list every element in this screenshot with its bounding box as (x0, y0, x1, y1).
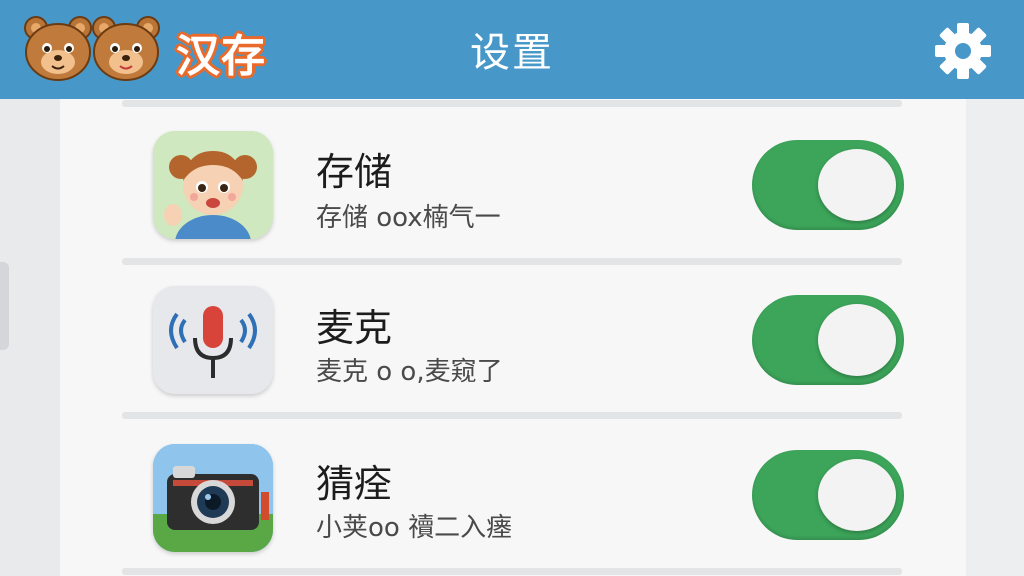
toggle-knob (818, 304, 896, 376)
panel-margin (966, 99, 1024, 576)
camera-icon (153, 444, 273, 552)
setting-subtitle: 小荚oo 䄣二入瘗 (316, 513, 513, 543)
microphone-toggle[interactable] (752, 295, 904, 385)
setting-subtitle: 麦克 o o,麦窥了 (316, 357, 503, 387)
setting-title: 麦克 (316, 306, 393, 350)
setting-title: 存储 (316, 150, 393, 194)
camera-toggle[interactable] (752, 450, 904, 540)
divider (122, 258, 902, 265)
setting-row-storage[interactable]: 存储 存储 oox楠气一 (60, 107, 966, 257)
child-avatar-icon (153, 131, 273, 239)
setting-title: 猜痊 (316, 462, 393, 506)
gear-icon[interactable] (934, 22, 992, 80)
microphone-icon (153, 286, 273, 394)
divider (122, 568, 902, 575)
toggle-knob (818, 149, 896, 221)
page-title: 设置 (470, 30, 554, 76)
top-app-bar: 汉存 设置 (0, 0, 1024, 99)
setting-row-camera[interactable]: 猜痊 小荚oo 䄣二入瘗 (60, 419, 966, 569)
setting-subtitle: 存储 oox楠气一 (316, 203, 501, 233)
setting-row-microphone[interactable]: 麦克 麦克 o o,麦窥了 (60, 265, 966, 415)
storage-toggle[interactable] (752, 140, 904, 230)
side-drawer-handle[interactable] (0, 262, 9, 350)
toggle-knob (818, 459, 896, 531)
divider (122, 100, 902, 107)
